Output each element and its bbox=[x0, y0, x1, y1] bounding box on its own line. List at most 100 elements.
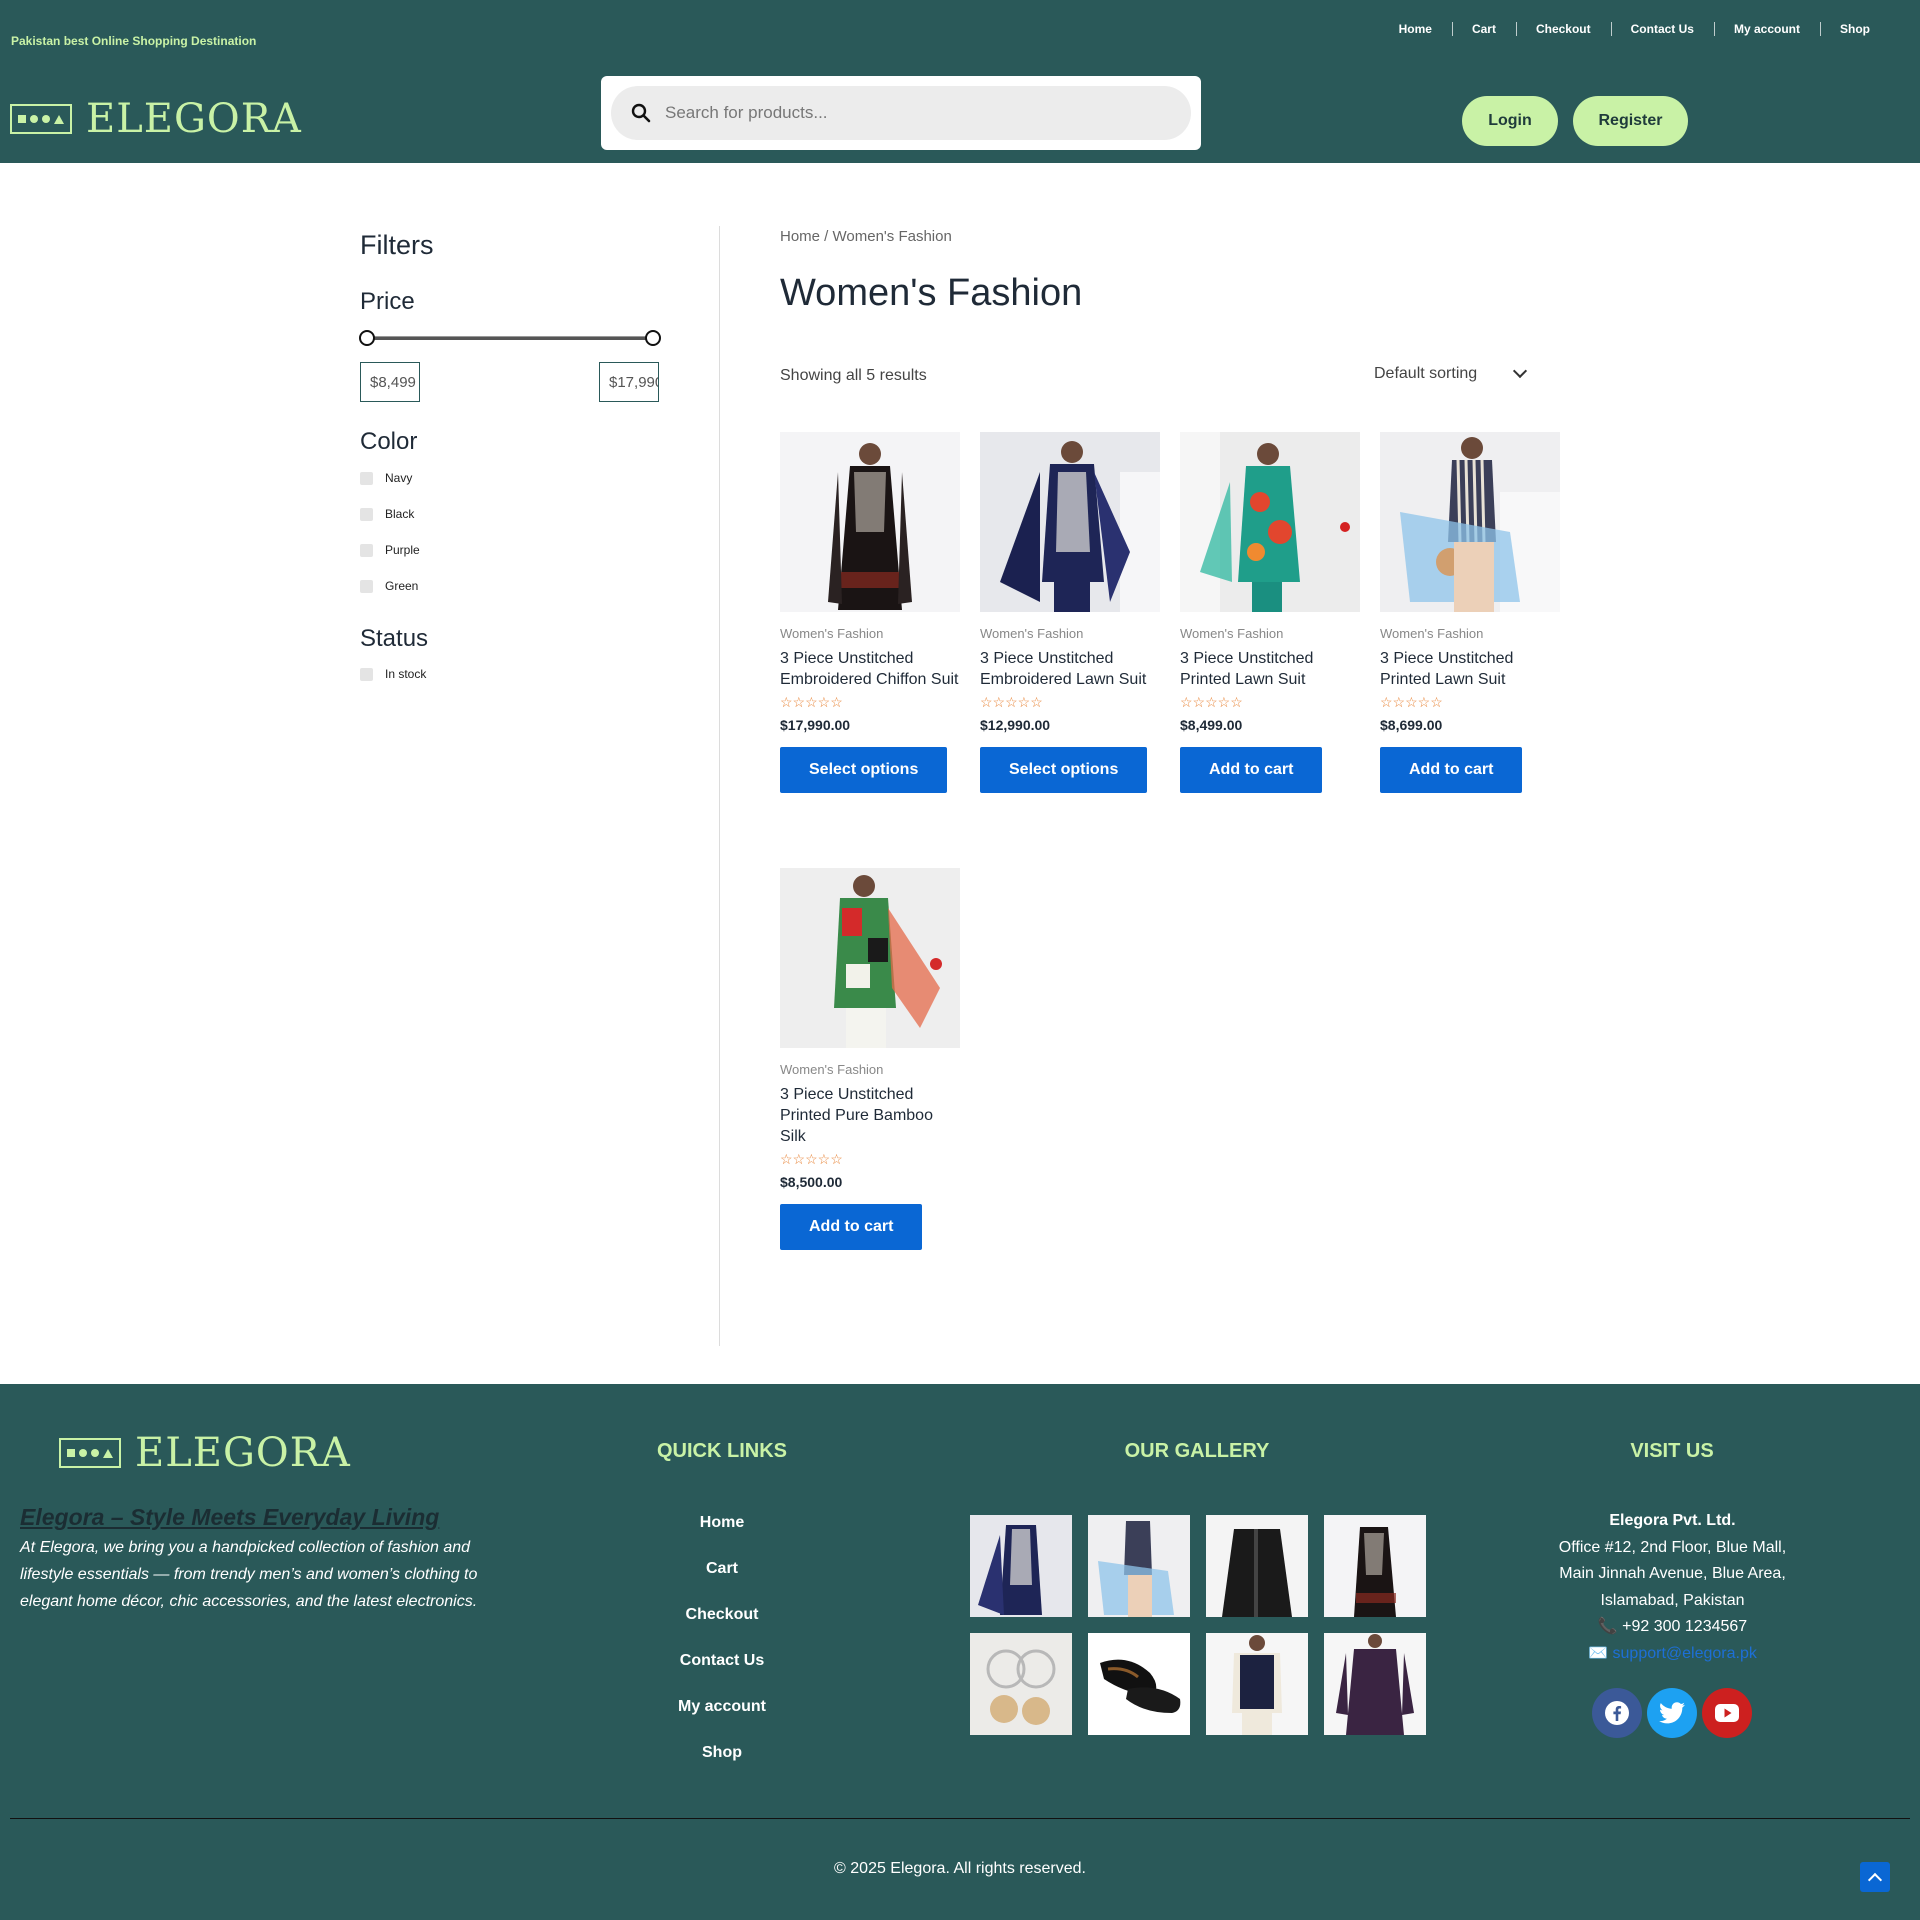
chevron-up-icon bbox=[1867, 1872, 1883, 1887]
product-title[interactable]: 3 Piece Unstitched Embroidered Chiffon S… bbox=[780, 648, 960, 690]
checkbox[interactable] bbox=[360, 543, 373, 557]
color-label: Black bbox=[385, 507, 415, 521]
color-option-navy[interactable]: Navy bbox=[360, 460, 420, 496]
product-image[interactable] bbox=[780, 868, 960, 1048]
price-max-input[interactable]: $17,990 bbox=[599, 362, 659, 402]
footer-link-my-account[interactable]: My account bbox=[622, 1698, 822, 1744]
status-option-in-stock[interactable]: In stock bbox=[360, 656, 426, 692]
nav-checkout[interactable]: Checkout bbox=[1515, 22, 1611, 36]
copyright: © 2025 Elegora. All rights reserved. bbox=[834, 1860, 1086, 1877]
color-option-purple[interactable]: Purple bbox=[360, 532, 420, 568]
logo-text: ELEGORA bbox=[135, 1430, 351, 1476]
site-header: Pakistan best Online Shopping Destinatio… bbox=[0, 0, 1920, 163]
product-category: Women's Fashion bbox=[1180, 626, 1284, 641]
quick-links: Home Cart Checkout Contact Us My account… bbox=[622, 1514, 822, 1790]
logo-mark-icon bbox=[59, 1438, 121, 1468]
status-filter-list: In stock bbox=[360, 656, 426, 692]
login-button[interactable]: Login bbox=[1462, 96, 1558, 146]
scroll-to-top-button[interactable] bbox=[1860, 1862, 1890, 1892]
product-image[interactable] bbox=[1380, 432, 1560, 612]
search-input[interactable] bbox=[665, 103, 1145, 123]
color-filter-title: Color bbox=[360, 428, 418, 455]
about-text: At Elegora, we bring you a handpicked co… bbox=[20, 1539, 478, 1610]
status-label: In stock bbox=[385, 667, 427, 681]
top-nav: Home Cart Checkout Contact Us My account… bbox=[1379, 22, 1890, 36]
address-line-2: Main Jinnah Avenue, Blue Area, bbox=[1559, 1565, 1786, 1582]
product-category: Women's Fashion bbox=[780, 626, 884, 641]
status-filter-title: Status bbox=[360, 625, 429, 652]
price-min-input[interactable]: $8,499 bbox=[360, 362, 420, 402]
nav-home[interactable]: Home bbox=[1379, 22, 1452, 36]
product-category: Women's Fashion bbox=[780, 1062, 884, 1077]
product-card: Women's Fashion 3 Piece Unstitched Embro… bbox=[780, 432, 960, 793]
product-card: Women's Fashion 3 Piece Unstitched Embro… bbox=[980, 432, 1160, 793]
product-image[interactable] bbox=[780, 432, 960, 612]
product-category: Women's Fashion bbox=[1380, 626, 1484, 641]
color-label: Navy bbox=[385, 471, 413, 485]
add-to-cart-button[interactable]: Add to cart bbox=[1380, 747, 1523, 793]
gallery-image[interactable] bbox=[1324, 1515, 1426, 1617]
gallery-image[interactable] bbox=[1088, 1515, 1190, 1617]
twitter-icon[interactable] bbox=[1647, 1688, 1697, 1738]
gallery-image[interactable] bbox=[1324, 1633, 1426, 1735]
price-min-handle[interactable] bbox=[359, 330, 375, 346]
gallery-image[interactable] bbox=[970, 1633, 1072, 1735]
gallery-image[interactable] bbox=[1206, 1633, 1308, 1735]
gallery-image[interactable] bbox=[1088, 1633, 1190, 1735]
product-image[interactable] bbox=[1180, 432, 1360, 612]
color-option-black[interactable]: Black bbox=[360, 496, 420, 532]
color-option-green[interactable]: Green bbox=[360, 568, 420, 604]
gallery-image[interactable] bbox=[970, 1515, 1072, 1617]
logo-text: ELEGORA bbox=[86, 96, 302, 142]
checkbox[interactable] bbox=[360, 579, 373, 593]
filters-title: Filters bbox=[360, 230, 434, 260]
price-range-slider[interactable] bbox=[366, 336, 654, 340]
add-to-cart-button[interactable]: Add to cart bbox=[1180, 747, 1323, 793]
footer-logo[interactable]: ELEGORA bbox=[59, 1430, 351, 1476]
sort-select[interactable]: Default sorting bbox=[1374, 363, 1528, 383]
page-title: Women's Fashion bbox=[780, 272, 1083, 314]
product-title[interactable]: 3 Piece Unstitched Printed Lawn Suit bbox=[1180, 648, 1360, 690]
gallery-title: OUR GALLERY bbox=[1124, 1440, 1270, 1462]
product-title[interactable]: 3 Piece Unstitched Printed Lawn Suit bbox=[1380, 648, 1560, 690]
chevron-down-icon bbox=[1513, 363, 1528, 379]
site-logo[interactable]: ELEGORA bbox=[10, 96, 302, 142]
product-price: $17,990.00 bbox=[780, 717, 851, 733]
gallery-image[interactable] bbox=[1206, 1515, 1308, 1617]
sidebar-divider bbox=[719, 226, 720, 1346]
nav-shop[interactable]: Shop bbox=[1820, 22, 1890, 36]
youtube-icon[interactable] bbox=[1702, 1688, 1752, 1738]
register-button[interactable]: Register bbox=[1573, 96, 1688, 146]
color-label: Purple bbox=[385, 543, 420, 557]
product-category: Women's Fashion bbox=[980, 626, 1084, 641]
nav-cart[interactable]: Cart bbox=[1451, 22, 1516, 36]
checkbox[interactable] bbox=[360, 471, 373, 485]
filters-sidebar: Filters Price $8,499 $17,990 Color Navy … bbox=[359, 230, 661, 681]
product-title[interactable]: 3 Piece Unstitched Printed Pure Bamboo S… bbox=[780, 1084, 960, 1147]
footer-link-shop[interactable]: Shop bbox=[622, 1744, 822, 1790]
mail-icon: ✉️ bbox=[1588, 1644, 1609, 1662]
checkbox[interactable] bbox=[360, 507, 373, 521]
footer-link-contact-us[interactable]: Contact Us bbox=[622, 1652, 822, 1698]
footer-link-checkout[interactable]: Checkout bbox=[622, 1606, 822, 1652]
add-to-cart-button[interactable]: Add to cart bbox=[780, 1204, 923, 1250]
address-line-1: Office #12, 2nd Floor, Blue Mall, bbox=[1558, 1538, 1787, 1556]
footer-link-cart[interactable]: Cart bbox=[622, 1560, 822, 1606]
email-link[interactable]: support@elegora.pk bbox=[1613, 1645, 1757, 1662]
breadcrumb: Home / Women's Fashion bbox=[780, 228, 952, 245]
site-footer: ELEGORA Elegora – Style Meets Everyday L… bbox=[0, 1384, 1920, 1920]
about-title: Elegora – Style Meets Everyday Living bbox=[20, 1504, 440, 1530]
product-image[interactable] bbox=[980, 432, 1160, 612]
search-container bbox=[601, 76, 1201, 150]
price-max-handle[interactable] bbox=[645, 330, 661, 346]
footer-gallery bbox=[970, 1515, 1430, 1735]
nav-my-account[interactable]: My account bbox=[1713, 22, 1820, 36]
social-links bbox=[1592, 1688, 1752, 1738]
footer-link-home[interactable]: Home bbox=[622, 1514, 822, 1560]
facebook-icon[interactable] bbox=[1592, 1688, 1642, 1738]
product-title[interactable]: 3 Piece Unstitched Embroidered Lawn Suit bbox=[980, 648, 1160, 690]
select-options-button[interactable]: Select options bbox=[980, 747, 1148, 793]
select-options-button[interactable]: Select options bbox=[780, 747, 948, 793]
checkbox[interactable] bbox=[360, 667, 373, 681]
nav-contact-us[interactable]: Contact Us bbox=[1610, 22, 1714, 36]
